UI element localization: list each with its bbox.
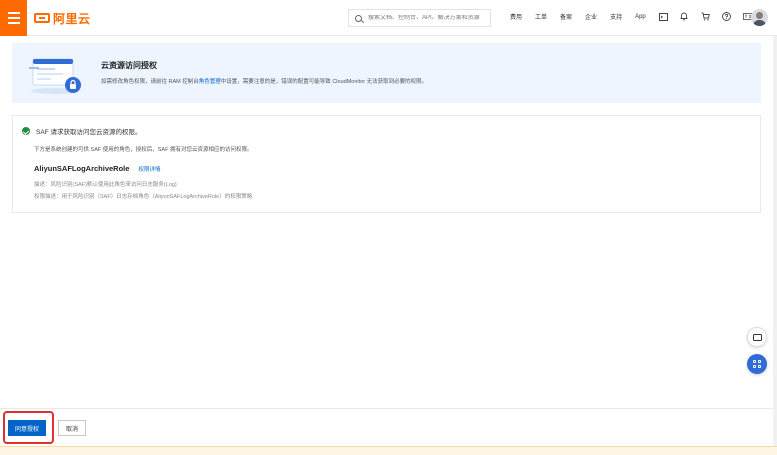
nav-item-app[interactable]: App [635, 14, 646, 20]
check-circle-icon [22, 127, 30, 135]
scrollbar-track[interactable] [773, 36, 777, 455]
bell-icon[interactable] [680, 12, 689, 21]
nav-item-enterprise[interactable]: 企业 [585, 12, 597, 21]
footer-actions: 同意授权 取消 [0, 408, 773, 446]
header-nav: 费用 工单 备案 企业 支持 App [510, 12, 765, 21]
apps-float-button[interactable] [747, 354, 767, 374]
global-search[interactable] [348, 9, 491, 27]
status-text: SAF 请求获取访问您云资源的权限。 [36, 129, 142, 136]
cart-icon[interactable] [701, 12, 710, 21]
chat-icon [752, 331, 762, 341]
info-banner: 云资源访问授权 如需修改角色权限，请前往 RAM 控制台角色管理中设置，需要注意… [12, 43, 761, 103]
hamburger-menu-icon[interactable] [0, 0, 27, 36]
search-input[interactable] [368, 15, 488, 21]
bottom-notice-strip [0, 446, 777, 455]
logo-text: 阿里云 [53, 11, 91, 26]
banner-description: 如需修改角色权限，请前往 RAM 控制台角色管理中设置，需要注意的是，错误的配置… [101, 77, 427, 85]
user-avatar[interactable] [751, 9, 768, 26]
agree-authorize-button[interactable]: 同意授权 [8, 420, 46, 436]
search-icon [355, 14, 362, 22]
help-icon[interactable] [721, 12, 731, 21]
nav-item-support[interactable]: 支持 [610, 12, 622, 21]
aliyun-logo[interactable]: 阿里云 [34, 11, 91, 26]
authorization-illustration [29, 58, 81, 94]
banner-title: 云资源访问授权 [101, 61, 157, 70]
role-policy-description: 权限描述：用于风险识别（SAF）日志存档角色（AliyunSAFLogArchi… [34, 194, 253, 200]
terminal-icon[interactable] [658, 12, 668, 21]
role-description: 描述：风险识别(SAF)默认使用此角色来访问日志服务(Log) [34, 182, 177, 188]
aliyun-logo-icon [34, 13, 50, 23]
nav-item-icp[interactable]: 备案 [560, 12, 572, 21]
cancel-button[interactable]: 取消 [58, 420, 86, 436]
nav-item-tickets[interactable]: 工单 [535, 12, 547, 21]
permission-details-link[interactable]: 权限详情 [138, 165, 160, 173]
role-intro: 下方是系统创建的可供 SAF 使用的角色，授权后，SAF 拥有对您云资源相应的访… [34, 147, 253, 153]
role-name: AliyunSAFLogArchiveRole [34, 164, 130, 173]
banner-desc-suffix: 中设置，需要注意的是，错误的配置可能导致 CloudMonitor 无法获取到必… [220, 79, 428, 85]
banner-desc-prefix: 如需修改角色权限，请前往 RAM 控制台 [101, 79, 199, 85]
nav-item-billing[interactable]: 费用 [510, 12, 522, 21]
authorization-card: SAF 请求获取访问您云资源的权限。 下方是系统创建的可供 SAF 使用的角色，… [12, 115, 761, 213]
authorization-page: 云资源访问授权 如需修改角色权限，请前往 RAM 控制台角色管理中设置，需要注意… [0, 37, 773, 408]
chat-float-button[interactable] [747, 327, 767, 347]
top-navigation-bar: 阿里云 费用 工单 备案 企业 支持 App [0, 0, 777, 36]
role-line: AliyunSAFLogArchiveRole 权限详情 [34, 164, 160, 173]
apps-grid-icon [753, 360, 761, 368]
status-row: SAF 请求获取访问您云资源的权限。 [22, 126, 141, 136]
role-management-link[interactable]: 角色管理 [199, 79, 221, 85]
